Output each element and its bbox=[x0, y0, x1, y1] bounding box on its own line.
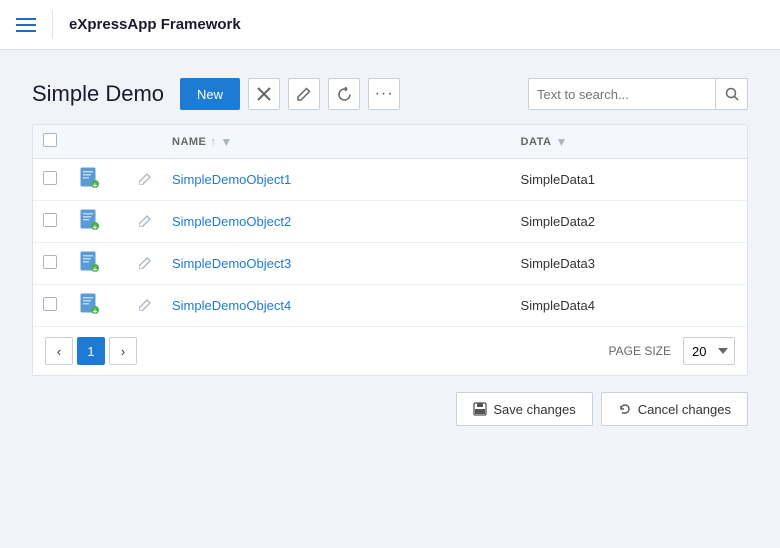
navbar: eXpressApp Framework bbox=[0, 0, 780, 50]
row-icon: + bbox=[79, 251, 101, 273]
table-row: + SimpleDemoObject4 SimpleData4 bbox=[33, 285, 747, 327]
table-row: + SimpleDemoObject2 SimpleData2 bbox=[33, 201, 747, 243]
table-header-row: NAME ↑ ▼ DATA ▼ bbox=[33, 125, 747, 159]
action-row: Save changes Cancel changes bbox=[32, 376, 748, 426]
row-checkbox-cell bbox=[33, 201, 69, 243]
row-icon-cell: + bbox=[69, 201, 129, 243]
document-icon: + bbox=[80, 251, 100, 273]
row-checkbox-cell bbox=[33, 285, 69, 327]
next-page-button[interactable]: › bbox=[109, 337, 137, 365]
new-button[interactable]: New bbox=[180, 78, 240, 110]
row-checkbox-cell bbox=[33, 243, 69, 285]
row-data-cell: SimpleData2 bbox=[511, 201, 747, 243]
search-icon bbox=[725, 87, 739, 101]
row-name-cell: SimpleDemoObject1 bbox=[162, 159, 511, 201]
refresh-icon bbox=[337, 87, 352, 102]
row-checkbox-cell bbox=[33, 159, 69, 201]
row-checkbox[interactable] bbox=[43, 171, 57, 185]
save-changes-button[interactable]: Save changes bbox=[456, 392, 592, 426]
delete-icon bbox=[257, 87, 271, 101]
row-icon: + bbox=[79, 209, 101, 231]
row-name-link[interactable]: SimpleDemoObject4 bbox=[172, 298, 291, 313]
row-edit-cell bbox=[129, 285, 162, 327]
row-icon-cell: + bbox=[69, 159, 129, 201]
row-icon: + bbox=[79, 293, 101, 315]
row-checkbox[interactable] bbox=[43, 297, 57, 311]
row-data-cell: SimpleData3 bbox=[511, 243, 747, 285]
pencil-icon bbox=[297, 87, 311, 101]
row-icon-cell: + bbox=[69, 243, 129, 285]
prev-page-button[interactable]: ‹ bbox=[45, 337, 73, 365]
row-edit-cell bbox=[129, 201, 162, 243]
row-icon-cell: + bbox=[69, 285, 129, 327]
name-filter-icon[interactable]: ▼ bbox=[220, 135, 232, 149]
pagination-row: ‹ 1 › PAGE SIZE 10 20 50 100 bbox=[33, 326, 747, 375]
app-title: eXpressApp Framework bbox=[69, 16, 241, 33]
row-name-cell: SimpleDemoObject3 bbox=[162, 243, 511, 285]
col-header-name: NAME ↑ ▼ bbox=[162, 125, 511, 159]
row-icon: + bbox=[79, 167, 101, 189]
row-name-link[interactable]: SimpleDemoObject1 bbox=[172, 172, 291, 187]
document-icon: + bbox=[80, 209, 100, 231]
svg-text:+: + bbox=[93, 181, 98, 189]
search-box bbox=[528, 78, 748, 110]
page-size-label: PAGE SIZE bbox=[609, 344, 671, 358]
cancel-changes-button[interactable]: Cancel changes bbox=[601, 392, 748, 426]
navbar-divider bbox=[52, 11, 53, 39]
select-all-header bbox=[33, 125, 69, 159]
row-checkbox[interactable] bbox=[43, 255, 57, 269]
row-edit-cell bbox=[129, 159, 162, 201]
table-row: + SimpleDemoObject3 SimpleData3 bbox=[33, 243, 747, 285]
row-edit-icon[interactable] bbox=[139, 256, 152, 272]
page-title: Simple Demo bbox=[32, 81, 164, 107]
table-row: + SimpleDemoObject1 SimpleData1 bbox=[33, 159, 747, 201]
row-edit-cell bbox=[129, 243, 162, 285]
data-table: NAME ↑ ▼ DATA ▼ bbox=[32, 124, 748, 376]
edit-button[interactable] bbox=[288, 78, 320, 110]
page-size-select[interactable]: 10 20 50 100 bbox=[683, 337, 735, 365]
main-content: Simple Demo New ··· bbox=[0, 50, 780, 446]
hamburger-menu[interactable] bbox=[16, 18, 36, 32]
row-data-cell: SimpleData1 bbox=[511, 159, 747, 201]
data-filter-icon[interactable]: ▼ bbox=[555, 135, 567, 149]
search-input[interactable] bbox=[529, 87, 715, 102]
save-icon bbox=[473, 402, 487, 416]
search-button[interactable] bbox=[715, 79, 747, 109]
col-header-actions bbox=[69, 125, 129, 159]
more-button[interactable]: ··· bbox=[368, 78, 400, 110]
undo-icon bbox=[618, 402, 632, 416]
row-edit-icon[interactable] bbox=[139, 298, 152, 314]
toolbar: Simple Demo New ··· bbox=[32, 78, 748, 110]
refresh-button[interactable] bbox=[328, 78, 360, 110]
page-1-button[interactable]: 1 bbox=[77, 337, 105, 365]
name-sort-icon[interactable]: ↑ bbox=[210, 136, 216, 148]
row-data-cell: SimpleData4 bbox=[511, 285, 747, 327]
select-all-checkbox[interactable] bbox=[43, 133, 57, 147]
col-header-edit bbox=[129, 125, 162, 159]
svg-text:+: + bbox=[93, 265, 98, 273]
document-icon: + bbox=[80, 167, 100, 189]
row-name-cell: SimpleDemoObject4 bbox=[162, 285, 511, 327]
document-icon: + bbox=[80, 293, 100, 315]
row-edit-icon[interactable] bbox=[139, 214, 152, 230]
ellipsis-icon: ··· bbox=[375, 85, 394, 103]
col-header-data: DATA ▼ bbox=[511, 125, 747, 159]
row-name-link[interactable]: SimpleDemoObject2 bbox=[172, 214, 291, 229]
row-checkbox[interactable] bbox=[43, 213, 57, 227]
row-name-cell: SimpleDemoObject2 bbox=[162, 201, 511, 243]
row-name-link[interactable]: SimpleDemoObject3 bbox=[172, 256, 291, 271]
row-edit-icon[interactable] bbox=[139, 172, 152, 188]
delete-button[interactable] bbox=[248, 78, 280, 110]
svg-text:+: + bbox=[93, 307, 98, 315]
svg-text:+: + bbox=[93, 223, 98, 231]
